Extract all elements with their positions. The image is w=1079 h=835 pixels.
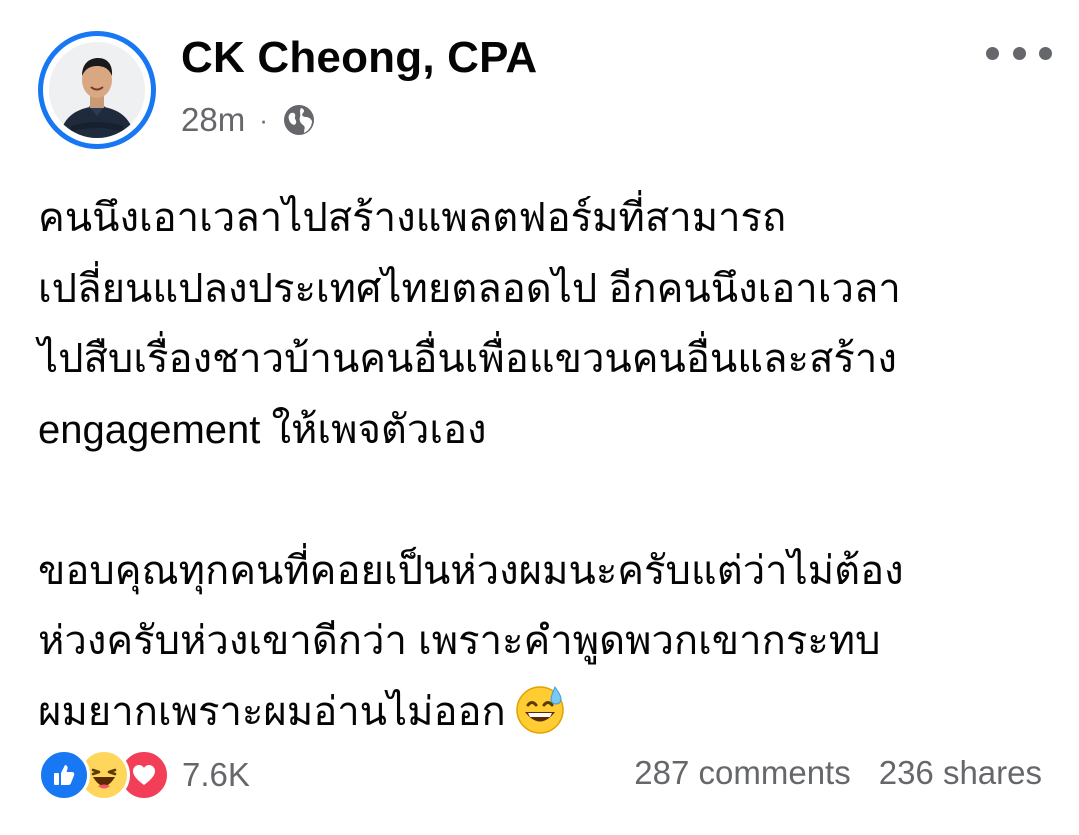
post-meta: 28m · — [181, 100, 316, 140]
like-icon — [38, 749, 90, 801]
post-text-line: ห่วงครับห่วงเขาดีกว่า เพราะคำพูดพวกเขากร… — [38, 619, 881, 663]
post-text-line: คนนึงเอาเวลาไปสร้างแพลตฟอร์มที่สามารถ — [38, 196, 787, 240]
globe-icon[interactable] — [282, 103, 316, 137]
reaction-count: 7.6K — [182, 756, 250, 793]
post-stats: 287 comments 236 shares — [634, 754, 1042, 792]
post-body: คนนึงเอาเวลาไปสร้างแพลตฟอร์มที่สามารถ เป… — [38, 183, 1048, 747]
profile-photo — [49, 42, 145, 138]
comments-count-link[interactable]: 287 comments — [634, 754, 850, 792]
post-text-line: ผมยากเพราะผมอ่านไม่ออก — [38, 689, 506, 734]
post-text-line: เปลี่ยนแปลงประเทศไทยตลอดไป อีกคนนึงเอาเว… — [38, 266, 901, 311]
post-text-line: engagement ให้เพจตัวเอง — [38, 407, 487, 452]
grinning-sweat-emoji-icon — [514, 683, 566, 735]
shares-count-link[interactable]: 236 shares — [879, 754, 1042, 792]
post-text-line: ขอบคุณทุกคนที่คอยเป็นห่วงผมนะครับแต่ว่าไ… — [38, 548, 904, 593]
more-dot — [1012, 46, 1026, 60]
avatar[interactable] — [38, 31, 156, 149]
post-text-line: ไปสืบเรื่องชาวบ้านคนอื่นเพื่อแขวนคนอื่นแ… — [38, 337, 897, 381]
meta-separator: · — [259, 104, 268, 135]
reactions-summary[interactable]: 7.6K — [38, 749, 250, 801]
post-text-line-last: ผมยากเพราะผมอ่านไม่ออก — [38, 677, 1048, 748]
more-options-icon[interactable] — [986, 36, 1052, 70]
more-dot — [1039, 46, 1052, 60]
more-dot — [986, 46, 999, 60]
facebook-post: CK Cheong, CPA 28m · คนนึงเอาเวลาไปสร้าง… — [0, 0, 1079, 835]
author-name[interactable]: CK Cheong, CPA — [181, 33, 537, 83]
post-timestamp[interactable]: 28m — [181, 101, 245, 139]
